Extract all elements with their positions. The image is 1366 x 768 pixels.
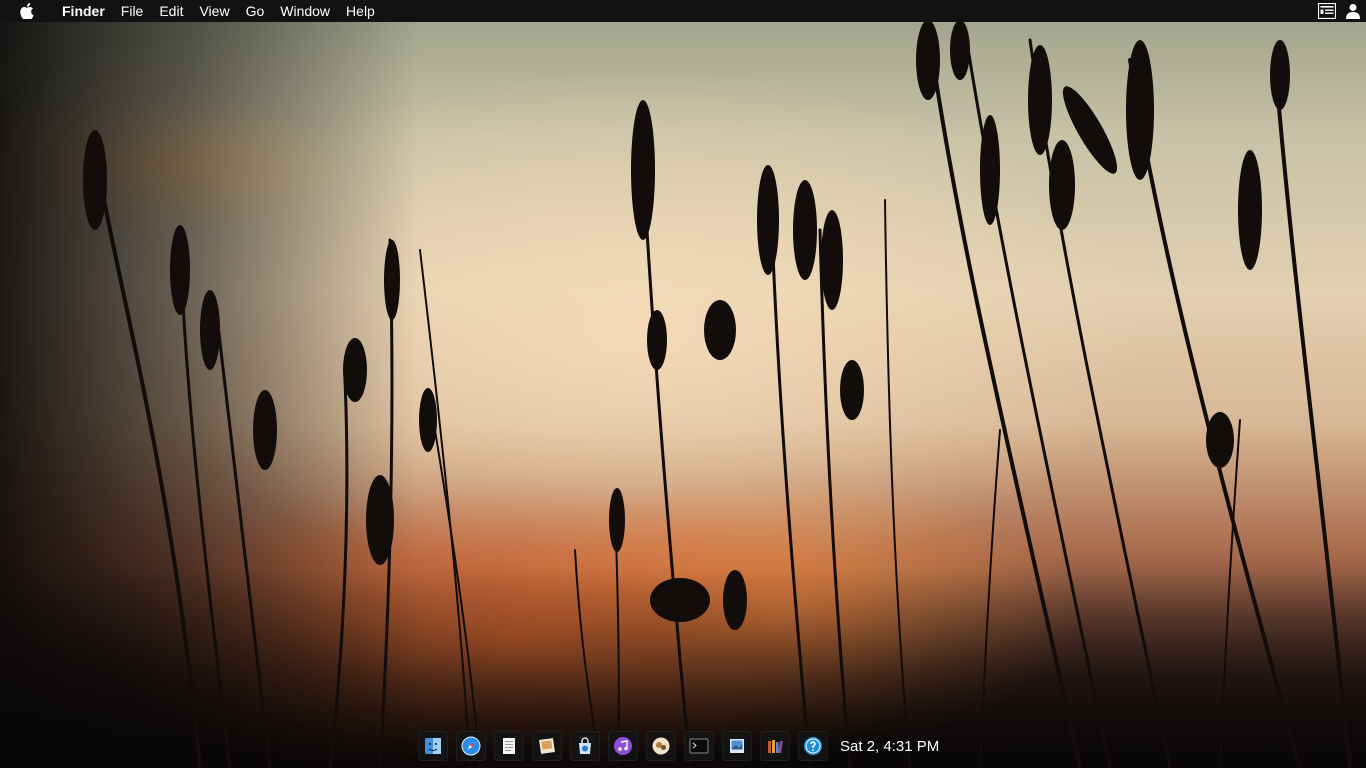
menu-file[interactable]: File [113,0,152,22]
app-store-icon[interactable] [570,731,600,761]
grass-silhouettes [83,20,1352,768]
menu-clock[interactable]: Sat 2, 4:31 PM [840,738,939,755]
menu-window[interactable]: Window [272,0,338,22]
textedit-icon[interactable] [494,731,524,761]
notification-center-icon[interactable] [1316,0,1338,22]
preview-icon[interactable] [532,731,562,761]
menu-app-name[interactable]: Finder [54,0,113,22]
help-icon[interactable] [798,731,828,761]
terminal-icon[interactable] [684,731,714,761]
photos-icon[interactable] [646,731,676,761]
menu-edit[interactable]: Edit [151,0,191,22]
itunes-icon[interactable] [608,731,638,761]
safari-icon[interactable] [456,731,486,761]
menu-view[interactable]: View [191,0,237,22]
books-icon[interactable] [760,731,790,761]
finder-icon[interactable] [418,731,448,761]
user-icon[interactable] [1342,0,1364,22]
menu-bar: Finder File Edit View Go Window Help [0,0,1366,22]
menu-go[interactable]: Go [238,0,273,22]
desktop-wallpaper [0,0,1366,768]
menu-help[interactable]: Help [338,0,383,22]
dock: Sat 2, 4:31 PM [418,729,939,763]
image-viewer-icon[interactable] [722,731,752,761]
apple-icon[interactable] [17,3,37,19]
